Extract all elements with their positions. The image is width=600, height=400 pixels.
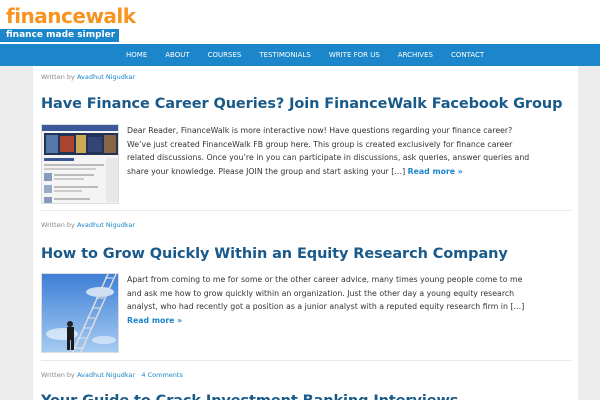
author-link[interactable]: Avadhut Nigudkar — [77, 221, 135, 229]
author-link[interactable]: Avadhut Nigudkar — [77, 371, 135, 379]
excerpt-text: Dear Reader, FinanceWalk is more interac… — [127, 126, 530, 176]
excerpt-text: Apart from coming to me for some or the … — [127, 275, 525, 311]
nav-item-contact[interactable]: CONTACT — [451, 44, 484, 66]
post-excerpt: Apart from coming to me for some or the … — [127, 273, 537, 327]
main-nav: HOME ABOUT COURSES TESTIMONIALS WRITE FO… — [0, 44, 600, 66]
comments-link[interactable]: 4 Comments — [141, 371, 182, 379]
post-body: Dear Reader, FinanceWalk is more interac… — [41, 124, 571, 204]
post-body: Apart from coming to me for some or the … — [41, 273, 571, 353]
post-thumbnail[interactable] — [41, 273, 119, 353]
post-divider — [41, 210, 571, 211]
written-by-label: Written by — [41, 73, 75, 81]
post-title[interactable]: Have Finance Career Queries? Join Financ… — [41, 94, 571, 114]
site-header: financewalk finance made simpler — [0, 0, 600, 44]
logo-tagline: finance made simpler — [0, 29, 120, 42]
written-by-label: Written by — [41, 371, 75, 379]
post-title[interactable]: How to Grow Quickly Within an Equity Res… — [41, 244, 571, 264]
nav-item-write-for-us[interactable]: WRITE FOR US — [329, 44, 380, 66]
ladder-climbing-image — [42, 274, 118, 352]
post-item: Written by Avadhut Nigudkar Have Finance… — [41, 72, 571, 204]
read-more-link[interactable]: Read more » — [127, 316, 182, 325]
facebook-group-screenshot-image — [42, 125, 118, 203]
post-excerpt: Dear Reader, FinanceWalk is more interac… — [127, 124, 537, 178]
read-more-link[interactable]: Read more » — [408, 167, 463, 176]
site-logo[interactable]: financewalk finance made simpler — [0, 4, 150, 42]
post-item: Written by Avadhut Nigudkar · 4 Comments… — [41, 370, 571, 400]
post-divider — [41, 360, 571, 361]
author-link[interactable]: Avadhut Nigudkar — [77, 73, 135, 81]
post-item: Written by Avadhut Nigudkar How to Grow … — [41, 220, 571, 353]
post-meta: Written by Avadhut Nigudkar · 4 Comments — [41, 370, 571, 380]
post-meta: Written by Avadhut Nigudkar — [41, 220, 571, 230]
post-thumbnail[interactable] — [41, 124, 119, 204]
written-by-label: Written by — [41, 221, 75, 229]
meta-separator: · — [137, 371, 140, 379]
content-area: Written by Avadhut Nigudkar Have Finance… — [33, 66, 578, 400]
nav-item-courses[interactable]: COURSES — [208, 44, 242, 66]
nav-item-archives[interactable]: ARCHIVES — [398, 44, 433, 66]
post-meta: Written by Avadhut Nigudkar — [41, 72, 571, 82]
logo-wordmark: financewalk — [6, 4, 136, 28]
nav-item-testimonials[interactable]: TESTIMONIALS — [259, 44, 310, 66]
post-title[interactable]: Your Guide to Crack Investment Banking I… — [41, 391, 571, 400]
nav-item-about[interactable]: ABOUT — [165, 44, 189, 66]
nav-item-home[interactable]: HOME — [126, 44, 147, 66]
